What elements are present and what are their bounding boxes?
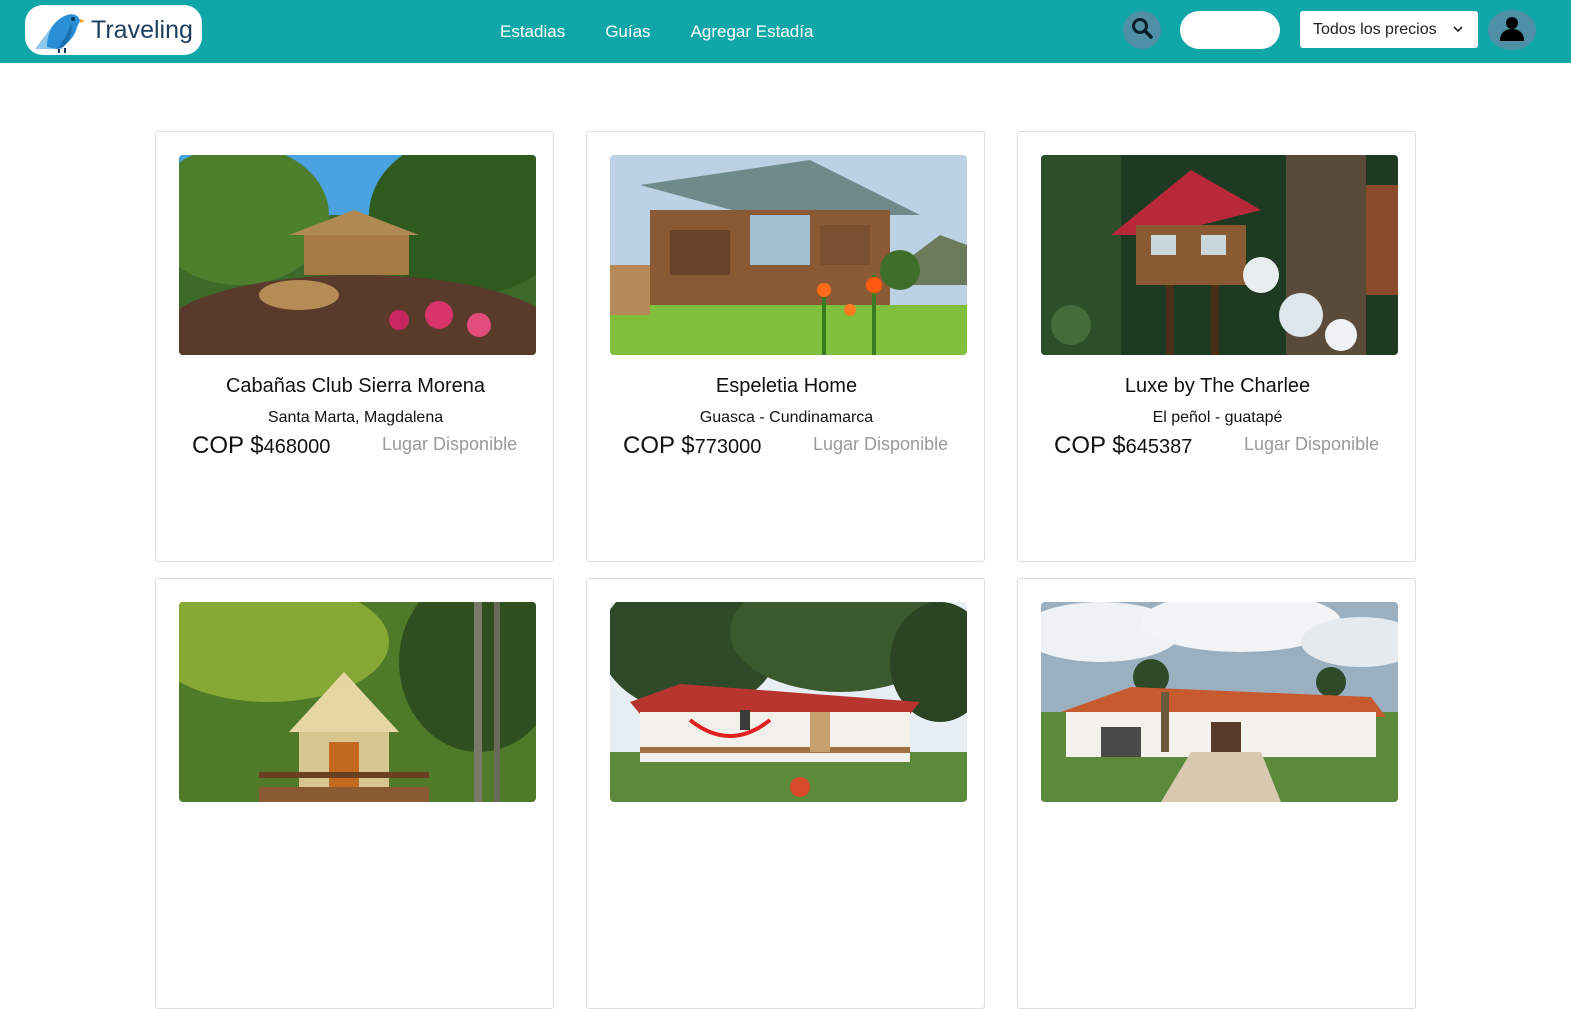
stay-card[interactable] (586, 578, 985, 1009)
stay-card[interactable] (155, 578, 554, 1009)
stay-photo (610, 155, 967, 355)
stay-availability: Lugar Disponible (813, 434, 949, 454)
nav-link-agregar-estadia[interactable]: Agregar Estadía (691, 22, 814, 42)
stay-price: COP $773000 (623, 432, 761, 460)
price-currency: COP $ (1054, 432, 1126, 459)
price-amount: 773000 (694, 436, 762, 458)
stay-photo (1041, 602, 1398, 802)
user-icon (1499, 15, 1525, 46)
brand-name: Traveling (91, 16, 193, 44)
search-icon (1131, 17, 1153, 44)
nav-link-guias[interactable]: Guías (605, 22, 650, 42)
stay-location: Guasca - Cundinamarca (699, 409, 874, 426)
stay-card[interactable] (1017, 578, 1416, 1009)
stay-availability: Lugar Disponible (382, 434, 518, 454)
bird-logo-icon (33, 7, 85, 53)
navbar: Traveling Estadias Guías Agregar Estadía… (0, 0, 1571, 63)
search-input[interactable] (1180, 11, 1280, 49)
price-filter-select[interactable]: Todos los precios (1300, 11, 1478, 48)
stay-location: Santa Marta, Magdalena (267, 409, 444, 426)
price-amount: 645387 (1125, 436, 1193, 458)
price-amount: 468000 (263, 436, 331, 458)
stay-card[interactable]: Espeletia Home Guasca - Cundinamarca COP… (586, 131, 985, 562)
stay-title: Luxe by The Charlee (1124, 375, 1311, 397)
stay-title: Espeletia Home (715, 375, 858, 397)
stay-price: COP $468000 (192, 432, 330, 460)
price-currency: COP $ (192, 432, 264, 459)
stay-price: COP $645387 (1054, 432, 1192, 460)
stay-card[interactable]: Luxe by The Charlee El peñol - guatapé C… (1017, 131, 1416, 562)
stay-photo (610, 602, 967, 802)
stay-photo (1041, 155, 1398, 355)
stay-location: El peñol - guatapé (1152, 409, 1283, 426)
stay-card[interactable]: Cabañas Club Sierra Morena Santa Marta, … (155, 131, 554, 562)
stay-photo (179, 155, 536, 355)
main-nav: Estadias Guías Agregar Estadía (500, 0, 853, 63)
search-button[interactable] (1123, 11, 1161, 49)
price-currency: COP $ (623, 432, 695, 459)
brand-home-link[interactable]: Traveling (25, 5, 202, 55)
user-menu-button[interactable] (1488, 10, 1536, 50)
stay-title: Cabañas Club Sierra Morena (225, 375, 486, 397)
stay-availability: Lugar Disponible (1244, 434, 1380, 454)
nav-link-estadias[interactable]: Estadias (500, 22, 565, 42)
price-filter-value: Todos los precios (1313, 20, 1437, 38)
chevron-down-icon (1451, 22, 1465, 36)
stay-photo (179, 602, 536, 802)
